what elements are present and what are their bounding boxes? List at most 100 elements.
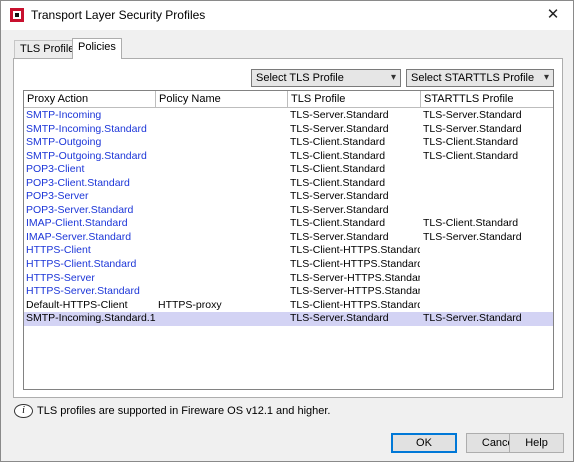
starttls-profile-cell: [421, 285, 553, 299]
info-message: TLS profiles are supported in Fireware O…: [37, 405, 331, 417]
chevron-down-icon: ▾: [543, 72, 549, 83]
starttls-profile-select[interactable]: Select STARTTLS Profile ▾: [406, 69, 554, 87]
policy-name-cell: HTTPS-proxy: [158, 298, 222, 311]
tls-profile-cell: TLS-Server.Standard: [290, 190, 389, 203]
table-row[interactable]: HTTPS-Server TLS-Server-HTTPS.Standard: [24, 272, 553, 286]
table-row[interactable]: HTTPS-Client.Standard TLS-Client-HTTPS.St…: [24, 258, 553, 272]
tls-profile-cell: TLS-Client-HTTPS.Standard: [290, 258, 420, 271]
tls-profile-cell: TLS-Server.Standard: [290, 109, 389, 121]
tls-profile-cell: TLS-Client.Standard: [290, 163, 386, 176]
close-button[interactable]: ✕: [533, 1, 573, 30]
policy-name-cell: [156, 109, 287, 123]
starttls-profile-cell: [421, 244, 553, 258]
tls-profile-cell: TLS-Client-HTTPS.Standard: [290, 244, 420, 257]
policy-name-cell: [156, 312, 287, 326]
table-row[interactable]: POP3-Client TLS-Client.Standard: [24, 163, 553, 177]
proxy-action-link[interactable]: SMTP-Outgoing.Standard: [24, 150, 156, 164]
starttls-profile-cell: TLS-Client.Standard: [423, 217, 519, 230]
starttls-profile-cell: TLS-Server.Standard: [423, 122, 522, 135]
tls-profile-cell: TLS-Client.Standard: [290, 176, 386, 189]
proxy-action-link[interactable]: SMTP-Outgoing: [24, 136, 156, 150]
dialog-window: Transport Layer Security Profiles ✕ TLS …: [0, 0, 574, 462]
proxy-action-link[interactable]: IMAP-Client.Standard: [24, 217, 156, 231]
table-row[interactable]: HTTPS-Server.Standard TLS-Server-HTTPS.St…: [24, 285, 553, 299]
policy-name-cell: [156, 123, 287, 137]
policy-name-cell: [156, 163, 287, 177]
policy-name-cell: [156, 136, 287, 150]
policy-name-cell: [156, 190, 287, 204]
proxy-action-link[interactable]: HTTPS-Client: [24, 244, 156, 258]
tls-profile-cell: TLS-Server.Standard: [290, 230, 389, 243]
proxy-action-link[interactable]: POP3-Client.Standard: [24, 177, 156, 191]
starttls-profile-cell: [421, 299, 553, 313]
table-row[interactable]: IMAP-Server.Standard TLS-Server.Standard T…: [24, 231, 553, 245]
chevron-down-icon: ▾: [390, 72, 396, 83]
starttls-profile-cell: [421, 190, 553, 204]
proxy-action-link[interactable]: HTTPS-Server: [24, 272, 156, 286]
window-title: Transport Layer Security Profiles: [31, 8, 206, 22]
column-header-starttls-profile[interactable]: STARTTLS Profile: [421, 91, 553, 107]
policy-name-cell: [156, 272, 287, 286]
table-body: SMTP-Incoming TLS-Server.Standard TLS-Serv…: [24, 109, 553, 326]
policies-table: Proxy Action Policy Name TLS Profile STA…: [23, 90, 554, 390]
proxy-action-cell: Default-HTTPS-Client: [26, 298, 128, 311]
table-row[interactable]: POP3-Server TLS-Server.Standard: [24, 190, 553, 204]
proxy-action-link[interactable]: POP3-Server: [24, 190, 156, 204]
tls-profile-cell: TLS-Client.Standard: [290, 217, 386, 230]
tls-profile-cell: TLS-Server-HTTPS.Standard: [290, 271, 420, 284]
table-row[interactable]: SMTP-Outgoing TLS-Client.Standard TLS-Clie…: [24, 136, 553, 150]
starttls-profile-cell: [421, 163, 553, 177]
proxy-action-link[interactable]: SMTP-Incoming.Standard: [24, 123, 156, 137]
table-row[interactable]: SMTP-Outgoing.Standard TLS-Client.Standar…: [24, 150, 553, 164]
policy-name-cell: [156, 258, 287, 272]
tls-profile-cell: TLS-Server-HTTPS.Standard: [290, 285, 420, 298]
table-row[interactable]: POP3-Server.Standard TLS-Server.Standard: [24, 204, 553, 218]
starttls-profile-cell: [421, 204, 553, 218]
table-header: Proxy Action Policy Name TLS Profile STA…: [24, 91, 553, 108]
starttls-profile-cell: TLS-Client.Standard: [423, 149, 519, 162]
tls-profile-cell: TLS-Client-HTTPS.Standard: [290, 298, 420, 311]
column-header-policy-name[interactable]: Policy Name: [156, 91, 288, 107]
policies-panel: Select TLS Profile ▾ Select STARTTLS Pro…: [13, 58, 563, 398]
policy-name-cell: [156, 244, 287, 258]
policy-name-cell: [156, 177, 287, 191]
starttls-profile-cell: [421, 177, 553, 191]
table-row[interactable]: SMTP-Incoming.Standard TLS-Server.Standar…: [24, 123, 553, 137]
tls-profile-select-value: Select TLS Profile: [256, 72, 344, 84]
table-row[interactable]: POP3-Client.Standard TLS-Client.Standard: [24, 177, 553, 191]
tls-profile-cell: TLS-Server.Standard: [290, 203, 389, 216]
starttls-profile-select-value: Select STARTTLS Profile: [411, 72, 535, 84]
proxy-action-link[interactable]: SMTP-Incoming: [24, 109, 156, 123]
table-row[interactable]: SMTP-Incoming TLS-Server.Standard TLS-Serv…: [24, 109, 553, 123]
title-bar: Transport Layer Security Profiles ✕: [1, 1, 573, 30]
ok-button[interactable]: OK: [391, 433, 457, 453]
column-header-tls-profile[interactable]: TLS Profile: [288, 91, 421, 107]
table-row[interactable]: IMAP-Client.Standard TLS-Client.Standard T…: [24, 217, 553, 231]
tls-profile-cell: TLS-Client.Standard: [290, 136, 386, 149]
policy-name-cell: [156, 231, 287, 245]
tls-profile-cell: TLS-Server.Standard: [290, 312, 389, 325]
starttls-profile-cell: TLS-Server.Standard: [423, 109, 522, 121]
proxy-action-link[interactable]: IMAP-Server.Standard: [24, 231, 156, 245]
column-header-proxy-action[interactable]: Proxy Action: [24, 91, 156, 107]
tab-policies[interactable]: Policies: [72, 38, 122, 59]
table-row[interactable]: HTTPS-Client TLS-Client-HTTPS.Standard: [24, 244, 553, 258]
proxy-action-cell: SMTP-Incoming.Standard.1: [26, 312, 156, 325]
tls-profile-cell: TLS-Server.Standard: [290, 122, 389, 135]
proxy-action-link[interactable]: POP3-Client: [24, 163, 156, 177]
proxy-action-link[interactable]: HTTPS-Client.Standard: [24, 258, 156, 272]
proxy-action-link[interactable]: POP3-Server.Standard: [24, 204, 156, 218]
help-button[interactable]: Help: [509, 433, 564, 453]
proxy-action-link[interactable]: HTTPS-Server.Standard: [24, 285, 156, 299]
tls-profile-cell: TLS-Client.Standard: [290, 149, 386, 162]
info-icon: i: [14, 404, 33, 418]
starttls-profile-cell: [421, 272, 553, 286]
app-icon: [10, 8, 24, 22]
starttls-profile-cell: [421, 258, 553, 272]
starttls-profile-cell: TLS-Client.Standard: [423, 136, 519, 149]
starttls-profile-cell: TLS-Server.Standard: [423, 230, 522, 243]
policy-name-cell: [156, 204, 287, 218]
table-row-selected[interactable]: SMTP-Incoming.Standard.1 TLS-Server.Stand…: [24, 312, 553, 326]
tls-profile-select[interactable]: Select TLS Profile ▾: [251, 69, 401, 87]
table-row[interactable]: Default-HTTPS-Client HTTPS-proxy TLS-Clien…: [24, 299, 553, 313]
